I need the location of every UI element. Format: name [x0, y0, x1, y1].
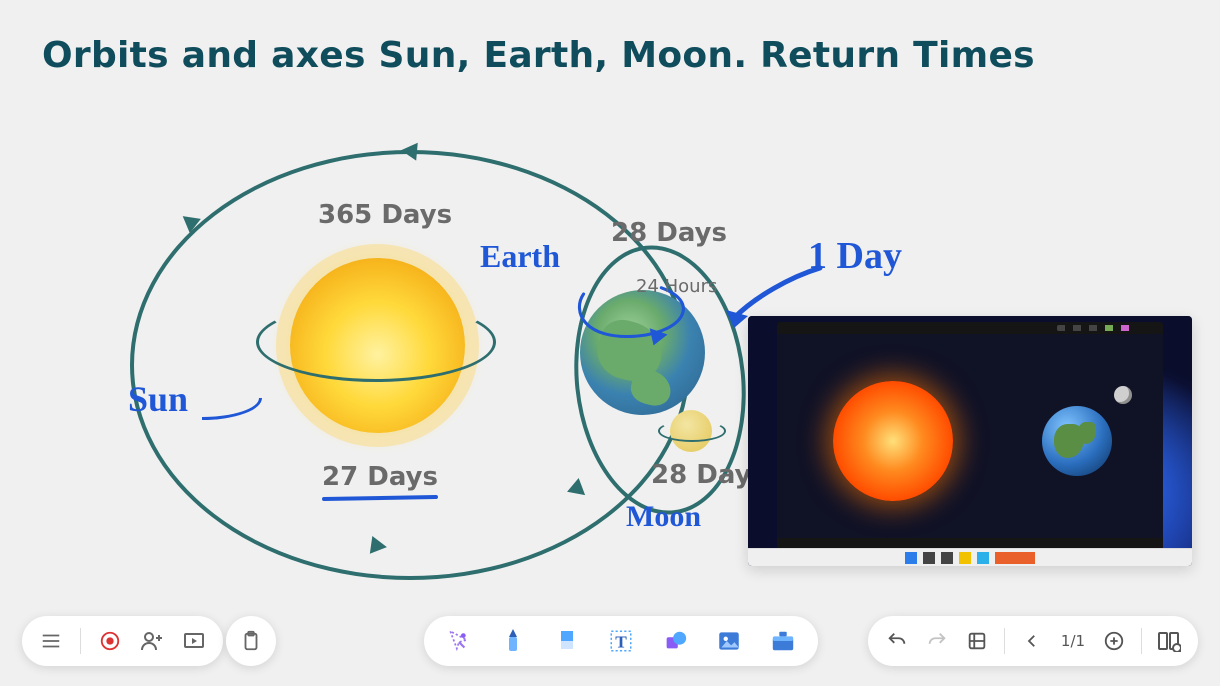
- label-24-hours: 24 Hours: [636, 276, 717, 297]
- label-28-days-top: 28 Days: [611, 218, 727, 248]
- label-27-days: 27 Days: [322, 462, 438, 500]
- inset-earth-image: [1042, 406, 1112, 476]
- image-icon[interactable]: [716, 628, 742, 654]
- page-indicator: 1/1: [1059, 632, 1087, 650]
- inset-titlebar: [777, 322, 1163, 334]
- divider: [80, 628, 81, 654]
- pen-icon[interactable]: [500, 628, 526, 654]
- toolbox-icon[interactable]: [770, 628, 796, 654]
- present-icon[interactable]: [181, 628, 207, 654]
- orbit-arrow-icon: [400, 141, 418, 160]
- inset-sun-image: [833, 381, 953, 501]
- moon-axis-ring: [658, 420, 726, 442]
- page-overview-icon[interactable]: [1156, 628, 1182, 654]
- toolbar-right: 1/1: [868, 616, 1198, 666]
- divider: [1004, 628, 1005, 654]
- text-icon[interactable]: T: [608, 628, 634, 654]
- inset-moon-image: [1114, 386, 1132, 404]
- label-sun: Sun: [128, 378, 188, 420]
- redo-icon[interactable]: [924, 628, 950, 654]
- sun-axis-ring: [256, 302, 496, 382]
- inset-taskbar: [748, 548, 1192, 566]
- record-icon[interactable]: [97, 628, 123, 654]
- orbit-arrow-icon: [370, 536, 388, 556]
- divider: [1141, 628, 1142, 654]
- prev-page-icon[interactable]: [1019, 628, 1045, 654]
- toolbar-tools: T: [424, 616, 818, 666]
- clipboard-icon[interactable]: [238, 628, 264, 654]
- toolbar-clipboard: [226, 616, 276, 666]
- cursor-icon[interactable]: [446, 628, 472, 654]
- inset-desktop-preview[interactable]: [748, 316, 1192, 566]
- crop-icon[interactable]: [964, 628, 990, 654]
- label-365-days: 365 Days: [318, 200, 452, 230]
- svg-text:T: T: [615, 633, 627, 652]
- inset-window-bottombar: [777, 538, 1163, 548]
- menu-icon[interactable]: [38, 628, 64, 654]
- shapes-icon[interactable]: [662, 628, 688, 654]
- undo-icon[interactable]: [884, 628, 910, 654]
- add-user-icon[interactable]: [139, 628, 165, 654]
- add-page-icon[interactable]: [1101, 628, 1127, 654]
- label-moon: Moon: [626, 500, 701, 534]
- toolbar-left: [22, 616, 223, 666]
- label-earth: Earth: [480, 238, 560, 275]
- eraser-icon[interactable]: [554, 628, 580, 654]
